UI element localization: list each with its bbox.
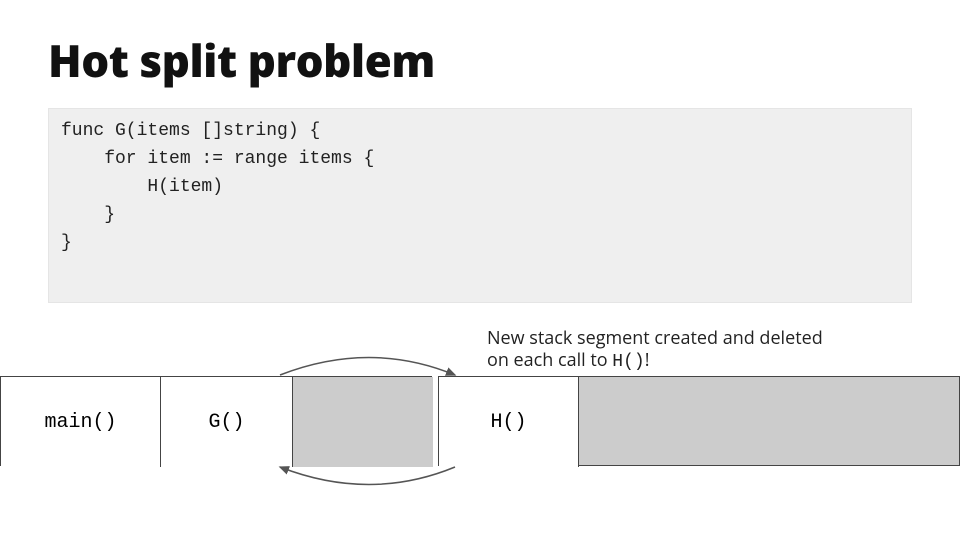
slide: Hot split problem func G(items []string)… (0, 0, 960, 540)
arrow-top-icon (270, 340, 470, 380)
annotation-line2-prefix: on each call to (487, 348, 612, 372)
arrow-bottom-icon (270, 462, 470, 502)
stack-frame-g: G() (161, 377, 293, 467)
stack-frame-h: H() (439, 377, 579, 467)
annotation-line1: New stack segment created and deleted (487, 326, 823, 350)
slide-title: Hot split problem (48, 30, 435, 90)
code-block: func G(items []string) { for item := ran… (48, 108, 912, 303)
stack-frame-main: main() (1, 377, 161, 467)
stack-diagram: main() G() H() (0, 376, 960, 466)
annotation-text: New stack segment created and deleted on… (487, 327, 823, 373)
annotation-line2-suffix: ! (645, 348, 650, 372)
annotation-line2-code: H() (612, 352, 644, 372)
stack-segment-1: main() G() (0, 376, 432, 466)
stack-segment-2: H() (438, 376, 960, 466)
stack-frame-empty (293, 377, 433, 467)
